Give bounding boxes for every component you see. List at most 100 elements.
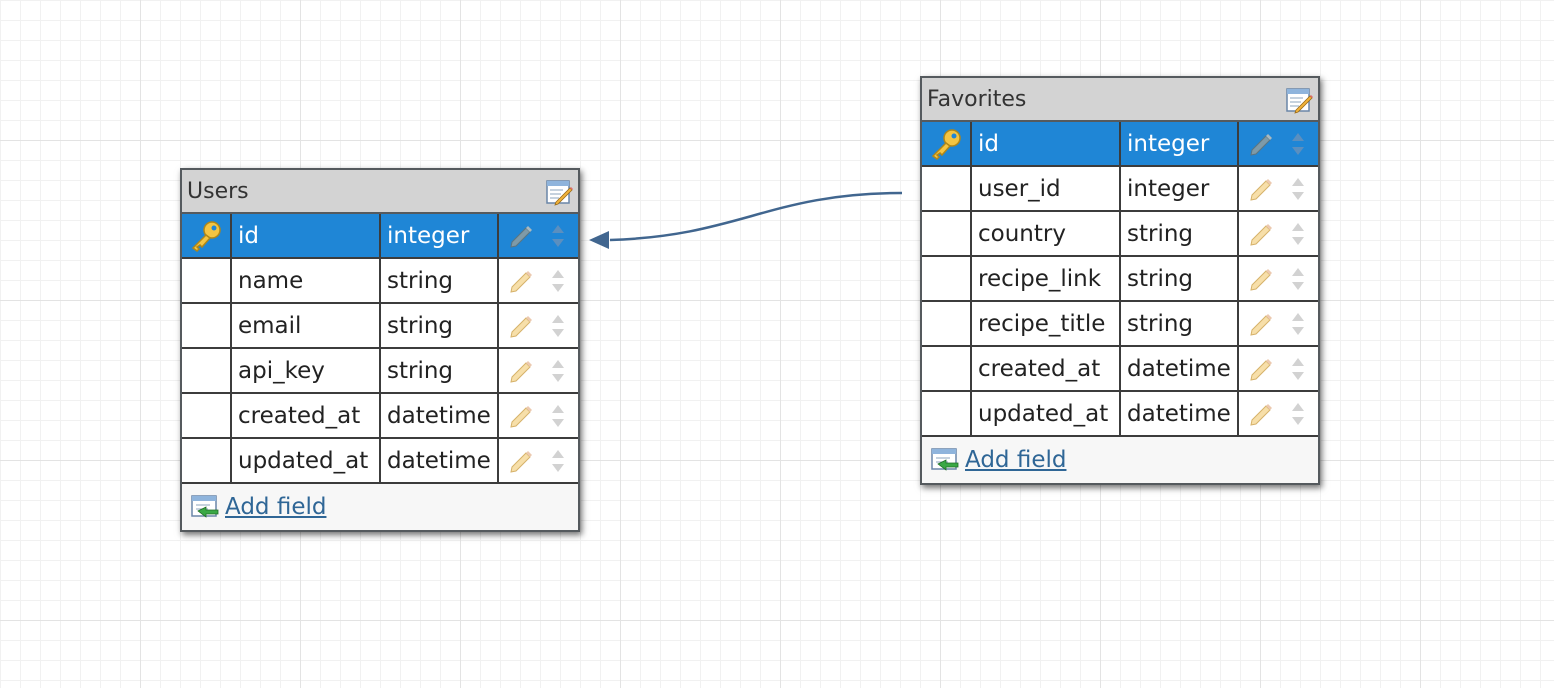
field-row-id[interactable]: id integer	[182, 214, 578, 259]
field-name[interactable]: country	[972, 212, 1121, 255]
table-users[interactable]: Users id integer name string email strin…	[180, 168, 580, 532]
field-row-country[interactable]: country string	[922, 212, 1318, 257]
add-field-link[interactable]: Add field	[225, 494, 326, 520]
pencil-icon[interactable]	[507, 402, 535, 430]
pencil-icon[interactable]	[1247, 400, 1275, 428]
field-row-created-at[interactable]: created_at datetime	[182, 394, 578, 439]
table-title: Favorites	[927, 87, 1027, 112]
edit-table-icon[interactable]	[1285, 86, 1313, 114]
sort-arrows-icon[interactable]	[1289, 128, 1307, 160]
field-row-recipe-link[interactable]: recipe_link string	[922, 257, 1318, 302]
field-row-name[interactable]: name string	[182, 259, 578, 304]
field-row-updated-at[interactable]: updated_at datetime	[182, 439, 578, 484]
pencil-icon[interactable]	[1247, 220, 1275, 248]
field-actions	[1239, 392, 1318, 435]
key-icon	[191, 220, 221, 252]
sort-arrows-icon[interactable]	[1289, 218, 1307, 250]
table-header[interactable]: Users	[182, 170, 578, 214]
field-type[interactable]: string	[1121, 212, 1239, 255]
field-row-updated-at[interactable]: updated_at datetime	[922, 392, 1318, 437]
field-actions	[1239, 167, 1318, 210]
field-row-api-key[interactable]: api_key string	[182, 349, 578, 394]
field-name[interactable]: user_id	[972, 167, 1121, 210]
sort-arrows-icon[interactable]	[1289, 308, 1307, 340]
sort-arrows-icon[interactable]	[549, 355, 567, 387]
sort-arrows-icon[interactable]	[1289, 173, 1307, 205]
key-cell	[922, 302, 972, 345]
pencil-icon[interactable]	[507, 357, 535, 385]
table-header[interactable]: Favorites	[922, 78, 1318, 122]
table-footer: Add field	[182, 484, 578, 530]
sort-arrows-icon[interactable]	[1289, 263, 1307, 295]
field-type[interactable]: string	[1121, 257, 1239, 300]
field-name[interactable]: created_at	[972, 347, 1121, 390]
field-type[interactable]: datetime	[381, 439, 499, 482]
sort-arrows-icon[interactable]	[1289, 398, 1307, 430]
edit-table-icon[interactable]	[545, 178, 573, 206]
field-row-user-id[interactable]: user_id integer	[922, 167, 1318, 212]
field-actions	[1239, 302, 1318, 345]
field-name[interactable]: api_key	[232, 349, 381, 392]
field-name[interactable]: id	[232, 214, 381, 257]
add-field-icon[interactable]	[190, 493, 220, 521]
field-type[interactable]: string	[381, 259, 499, 302]
pencil-icon[interactable]	[1247, 355, 1275, 383]
table-title: Users	[187, 179, 249, 204]
pencil-icon[interactable]	[1247, 265, 1275, 293]
pencil-icon[interactable]	[1247, 310, 1275, 338]
key-cell	[182, 304, 232, 347]
sort-arrows-icon[interactable]	[1289, 353, 1307, 385]
field-actions	[1239, 122, 1318, 165]
field-actions	[499, 214, 578, 257]
pencil-icon[interactable]	[507, 267, 535, 295]
field-row-id[interactable]: id integer	[922, 122, 1318, 167]
sort-arrows-icon[interactable]	[549, 220, 567, 252]
key-cell	[182, 214, 232, 257]
field-actions	[1239, 212, 1318, 255]
field-type[interactable]: integer	[381, 214, 499, 257]
pencil-icon[interactable]	[507, 222, 535, 250]
field-name[interactable]: created_at	[232, 394, 381, 437]
pencil-icon[interactable]	[507, 312, 535, 340]
pencil-icon[interactable]	[507, 447, 535, 475]
key-cell	[922, 392, 972, 435]
field-row-email[interactable]: email string	[182, 304, 578, 349]
field-name[interactable]: updated_at	[972, 392, 1121, 435]
field-list: id integer name string email string api_…	[182, 214, 578, 484]
field-type[interactable]: datetime	[1121, 347, 1239, 390]
pencil-icon[interactable]	[1247, 175, 1275, 203]
sort-arrows-icon[interactable]	[549, 445, 567, 477]
field-type[interactable]: string	[1121, 302, 1239, 345]
field-name[interactable]: updated_at	[232, 439, 381, 482]
pencil-icon[interactable]	[1247, 130, 1275, 158]
field-type[interactable]: datetime	[1121, 392, 1239, 435]
key-cell	[182, 259, 232, 302]
field-name[interactable]: id	[972, 122, 1121, 165]
field-name[interactable]: name	[232, 259, 381, 302]
field-name[interactable]: email	[232, 304, 381, 347]
field-actions	[499, 439, 578, 482]
field-type[interactable]: string	[381, 304, 499, 347]
sort-arrows-icon[interactable]	[549, 400, 567, 432]
sort-arrows-icon[interactable]	[549, 310, 567, 342]
field-row-created-at[interactable]: created_at datetime	[922, 347, 1318, 392]
add-field-link[interactable]: Add field	[965, 447, 1066, 473]
field-type[interactable]: datetime	[381, 394, 499, 437]
key-cell	[922, 347, 972, 390]
field-row-recipe-title[interactable]: recipe_title string	[922, 302, 1318, 347]
sort-arrows-icon[interactable]	[549, 265, 567, 297]
field-type[interactable]: string	[381, 349, 499, 392]
key-icon	[931, 128, 961, 160]
key-cell	[182, 439, 232, 482]
field-actions	[499, 259, 578, 302]
table-favorites[interactable]: Favorites id integer user_id integer cou…	[920, 76, 1320, 485]
field-name[interactable]: recipe_link	[972, 257, 1121, 300]
relationship-line[interactable]	[609, 191, 903, 242]
schema-canvas[interactable]: Users id integer name string email strin…	[0, 0, 1554, 688]
field-type[interactable]: integer	[1121, 122, 1239, 165]
field-type[interactable]: integer	[1121, 167, 1239, 210]
field-name[interactable]: recipe_title	[972, 302, 1121, 345]
add-field-icon[interactable]	[930, 446, 960, 474]
table-footer: Add field	[922, 437, 1318, 483]
key-cell	[922, 122, 972, 165]
